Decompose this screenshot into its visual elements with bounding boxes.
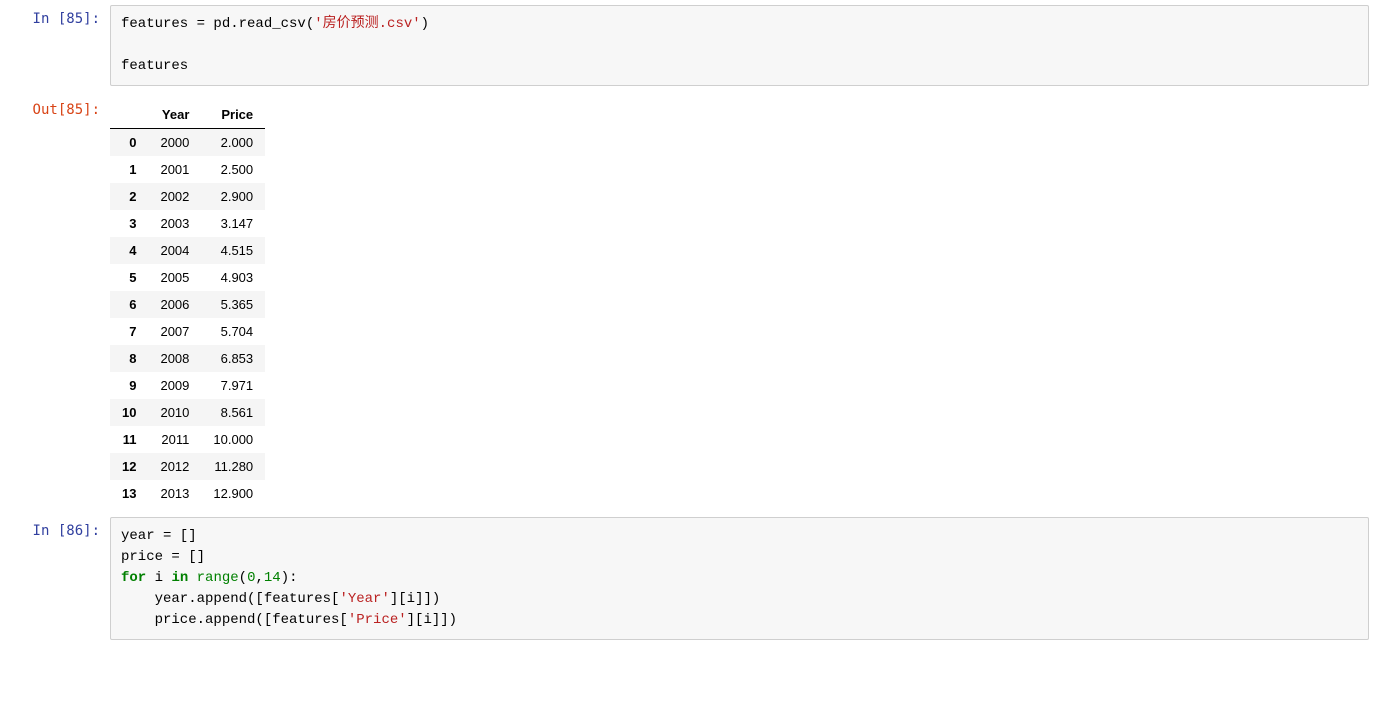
table-row: 220022.900: [110, 183, 265, 210]
cell-price: 5.704: [201, 318, 265, 345]
cell-price: 10.000: [201, 426, 265, 453]
code-box[interactable]: year = [] price = [] for i in range(0,14…: [110, 517, 1369, 640]
cell-price: 3.147: [201, 210, 265, 237]
row-index: 2: [110, 183, 148, 210]
cell-price: 6.853: [201, 345, 265, 372]
code-string: 'Year': [339, 591, 389, 607]
row-index: 10: [110, 399, 148, 426]
table-header-index: [110, 101, 148, 129]
input-prompt: In [86]:: [10, 517, 110, 539]
table-row: 820086.853: [110, 345, 265, 372]
input-prompt: In [85]:: [10, 5, 110, 27]
table-header-price: Price: [201, 101, 265, 129]
table-row: 12201211.280: [110, 453, 265, 480]
code-string: '房价预测.csv': [314, 16, 420, 32]
row-index: 3: [110, 210, 148, 237]
code-area[interactable]: year = [] price = [] for i in range(0,14…: [110, 517, 1369, 640]
code-fragment: features = pd.read_csv(: [121, 16, 314, 32]
cell-year: 2012: [148, 453, 201, 480]
cell-year: 2002: [148, 183, 201, 210]
row-index: 1: [110, 156, 148, 183]
row-index: 5: [110, 264, 148, 291]
code-fragment: features: [121, 58, 188, 74]
cell-price: 2.000: [201, 129, 265, 157]
output-cell-85: Out[85]: Year Price 020002.000120012.500…: [0, 91, 1379, 512]
code-builtin: range: [197, 570, 239, 586]
cell-year: 2013: [148, 480, 201, 507]
dataframe-table: Year Price 020002.000120012.500220022.90…: [110, 101, 265, 507]
cell-year: 2004: [148, 237, 201, 264]
cell-price: 2.900: [201, 183, 265, 210]
cell-year: 2006: [148, 291, 201, 318]
row-index: 7: [110, 318, 148, 345]
cell-price: 4.515: [201, 237, 265, 264]
code-fragment: ][i]]): [407, 612, 457, 628]
row-index: 4: [110, 237, 148, 264]
row-index: 8: [110, 345, 148, 372]
cell-price: 4.903: [201, 264, 265, 291]
table-row: 620065.365: [110, 291, 265, 318]
code-number: 14: [264, 570, 281, 586]
row-index: 9: [110, 372, 148, 399]
dataframe-output: Year Price 020002.000120012.500220022.90…: [110, 96, 1369, 507]
cell-year: 2008: [148, 345, 201, 372]
row-index: 6: [110, 291, 148, 318]
cell-year: 2000: [148, 129, 201, 157]
input-cell-86: In [86]: year = [] price = [] for i in r…: [0, 512, 1379, 645]
cell-year: 2007: [148, 318, 201, 345]
code-fragment: price.append([features[: [121, 612, 348, 628]
cell-price: 11.280: [201, 453, 265, 480]
cell-price: 12.900: [201, 480, 265, 507]
table-row: 11201110.000: [110, 426, 265, 453]
table-header-year: Year: [148, 101, 201, 129]
code-keyword: in: [171, 570, 188, 586]
code-fragment: ): [421, 16, 429, 32]
code-keyword: for: [121, 570, 146, 586]
code-area[interactable]: features = pd.read_csv('房价预测.csv') featu…: [110, 5, 1369, 86]
code-fragment: ,: [255, 570, 263, 586]
cell-price: 8.561: [201, 399, 265, 426]
table-row: 1020108.561: [110, 399, 265, 426]
code-fragment: year = []: [121, 528, 197, 544]
cell-year: 2010: [148, 399, 201, 426]
code-fragment: i: [146, 570, 171, 586]
cell-year: 2005: [148, 264, 201, 291]
code-box[interactable]: features = pd.read_csv('房价预测.csv') featu…: [110, 5, 1369, 86]
table-row: 720075.704: [110, 318, 265, 345]
table-row: 13201312.900: [110, 480, 265, 507]
cell-year: 2003: [148, 210, 201, 237]
code-fragment: price = []: [121, 549, 205, 565]
code-fragment: [188, 570, 196, 586]
table-row: 420044.515: [110, 237, 265, 264]
table-row: 920097.971: [110, 372, 265, 399]
row-index: 12: [110, 453, 148, 480]
input-cell-85: In [85]: features = pd.read_csv('房价预测.cs…: [0, 0, 1379, 91]
table-row: 120012.500: [110, 156, 265, 183]
cell-price: 7.971: [201, 372, 265, 399]
code-fragment: ][i]]): [390, 591, 440, 607]
cell-price: 5.365: [201, 291, 265, 318]
cell-year: 2011: [148, 426, 201, 453]
code-fragment: year.append([features[: [121, 591, 339, 607]
code-string: 'Price': [348, 612, 407, 628]
cell-year: 2001: [148, 156, 201, 183]
cell-year: 2009: [148, 372, 201, 399]
output-prompt: Out[85]:: [10, 96, 110, 118]
row-index: 11: [110, 426, 148, 453]
table-row: 320033.147: [110, 210, 265, 237]
code-fragment: (: [239, 570, 247, 586]
table-row: 520054.903: [110, 264, 265, 291]
code-fragment: ):: [281, 570, 298, 586]
cell-price: 2.500: [201, 156, 265, 183]
table-header-row: Year Price: [110, 101, 265, 129]
row-index: 0: [110, 129, 148, 157]
row-index: 13: [110, 480, 148, 507]
table-row: 020002.000: [110, 129, 265, 157]
